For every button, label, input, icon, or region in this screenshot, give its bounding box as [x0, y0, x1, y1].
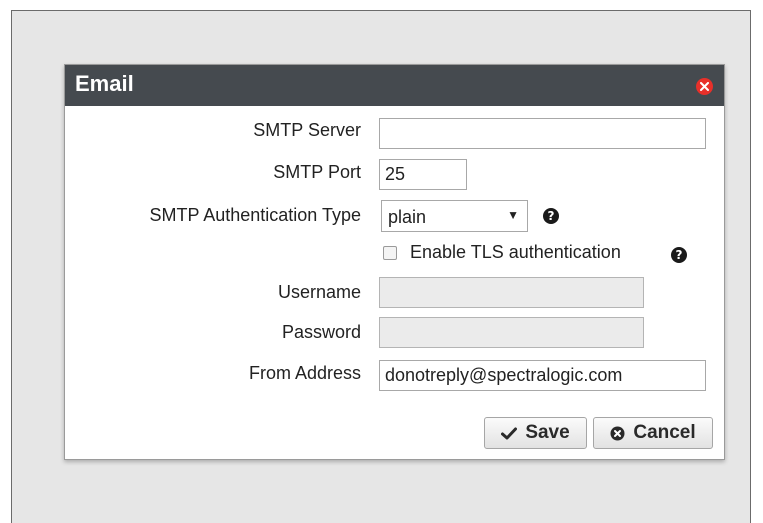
question-circle-icon[interactable]: ? — [671, 247, 687, 263]
enable-tls-checkbox[interactable] — [383, 246, 397, 260]
save-button[interactable]: Save — [484, 417, 587, 449]
username-label: Username — [277, 282, 361, 302]
password-label: Password — [281, 322, 361, 342]
smtp-port-label: SMTP Port — [273, 162, 361, 182]
dialog-title: Email — [75, 71, 134, 96]
auth-type-label: SMTP Authentication Type — [149, 205, 361, 225]
from-address-label: From Address — [248, 363, 361, 383]
smtp-server-input[interactable] — [379, 118, 706, 149]
enable-tls-label: Enable TLS authentication — [410, 242, 621, 262]
question-circle-icon[interactable]: ? — [543, 208, 559, 224]
username-input[interactable] — [379, 277, 644, 308]
dialog-titlebar: Email — [65, 65, 724, 106]
cancel-button[interactable]: Cancel — [593, 417, 713, 449]
cancel-label: Cancel — [633, 422, 696, 443]
x-circle-icon — [610, 426, 625, 441]
auth-type-select[interactable]: plain ▼ — [381, 200, 528, 232]
dropdown-arrow-icon: ▼ — [507, 208, 519, 222]
password-input[interactable] — [379, 317, 644, 348]
save-label: Save — [525, 422, 570, 443]
close-icon[interactable] — [696, 78, 713, 95]
from-address-input[interactable] — [379, 360, 706, 391]
smtp-server-label: SMTP Server — [253, 120, 361, 140]
checkmark-icon — [501, 427, 518, 440]
email-dialog: Email SMTP Server SMTP Port SMTP Authent… — [64, 64, 725, 460]
smtp-port-input[interactable] — [379, 159, 467, 190]
auth-type-value: plain — [388, 207, 427, 227]
